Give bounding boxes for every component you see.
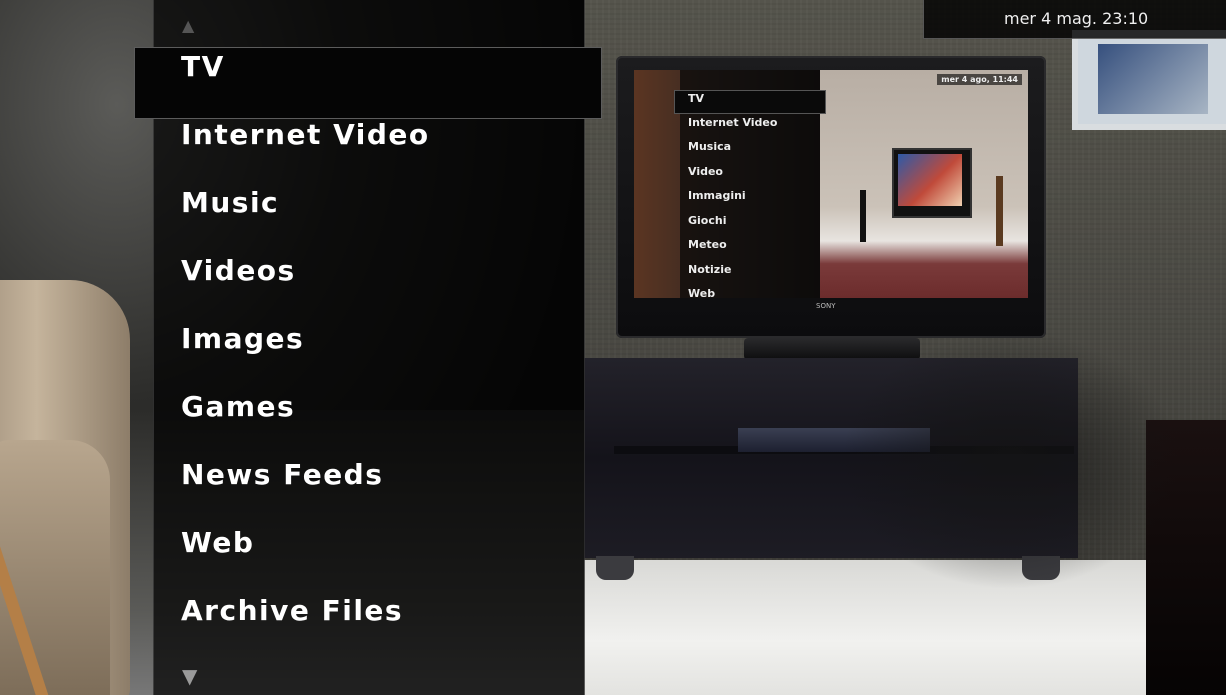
television-menu-item: Notizie — [688, 263, 732, 276]
menu-item-images[interactable]: Images — [181, 322, 304, 355]
television-menu-item: TV — [688, 92, 705, 105]
clock-text: mer 4 mag. 23:10 — [1004, 9, 1149, 28]
wall-picture-image — [1098, 44, 1208, 114]
menu-item-web[interactable]: Web — [181, 526, 254, 559]
menu-item-internet-video[interactable]: Internet Video — [181, 118, 430, 151]
television-screen: TV Internet Video Musica Video Immagini … — [634, 70, 1028, 298]
mini-television — [892, 148, 972, 218]
television-menu-item: Immagini — [688, 189, 746, 202]
television-menu-item: Musica — [688, 140, 732, 153]
clock-panel: mer 4 mag. 23:10 — [923, 0, 1226, 39]
background-television: TV Internet Video Musica Video Immagini … — [616, 56, 1046, 338]
menu-item-news-feeds[interactable]: News Feeds — [181, 458, 383, 491]
mini-speaker-right — [996, 176, 1003, 246]
television-menu-item: Internet Video — [688, 116, 778, 129]
menu-item-videos[interactable]: Videos — [181, 254, 296, 287]
mini-television-screen — [898, 154, 962, 206]
menu-item-games[interactable]: Games — [181, 390, 295, 423]
television-clock: mer 4 ago, 11:44 — [937, 74, 1022, 85]
mini-speaker-left — [860, 190, 866, 242]
television-brand: SONY — [816, 302, 836, 310]
television-menu-item: Video — [688, 165, 723, 178]
chevron-up-icon[interactable]: ▲ — [182, 16, 194, 35]
tv-stand-foot — [596, 556, 634, 580]
shadow — [840, 330, 1180, 590]
television-menu-item: Giochi — [688, 214, 727, 227]
menu-item-archive-files[interactable]: Archive Files — [181, 594, 403, 627]
menu-item-tv[interactable]: TV — [181, 50, 225, 83]
chevron-down-icon[interactable]: ▼ — [182, 664, 197, 688]
wall-picture — [1072, 30, 1226, 130]
television-menu-item: Web — [688, 287, 716, 298]
television-menu-item: Meteo — [688, 238, 727, 251]
television-room-image — [820, 70, 1028, 298]
armchair-arm — [0, 440, 110, 695]
menu-item-music[interactable]: Music — [181, 186, 279, 219]
